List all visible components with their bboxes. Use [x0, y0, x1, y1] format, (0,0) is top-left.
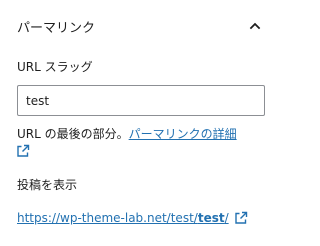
- permalink-details-link[interactable]: パーマリンクの詳細: [129, 127, 237, 141]
- post-url-prefix: https://wp-theme-lab.net/test/: [17, 211, 198, 225]
- external-link-icon[interactable]: [15, 143, 33, 161]
- view-post-label: 投稿を表示: [17, 178, 78, 192]
- slug-input[interactable]: [17, 85, 265, 116]
- slug-label: URL スラッグ: [17, 60, 93, 74]
- help-text: URL の最後の部分。: [17, 127, 129, 141]
- permalink-panel: パーマリンク URL スラッグ URL の最後の部分。パーマリンクの詳細 投稿を…: [0, 0, 280, 246]
- slug-help-text: URL の最後の部分。パーマリンクの詳細: [17, 124, 267, 144]
- post-url-slug: test: [197, 211, 225, 225]
- permalink-panel-toggle[interactable]: パーマリンク: [0, 0, 280, 52]
- panel-title: パーマリンク: [17, 20, 96, 36]
- external-link-icon[interactable]: [233, 210, 249, 226]
- post-url-row: https://wp-theme-lab.net/test/test/: [17, 210, 249, 226]
- post-url-link[interactable]: https://wp-theme-lab.net/test/test/: [17, 211, 229, 225]
- post-url-suffix: /: [224, 211, 229, 225]
- chevron-up-icon[interactable]: [247, 18, 263, 34]
